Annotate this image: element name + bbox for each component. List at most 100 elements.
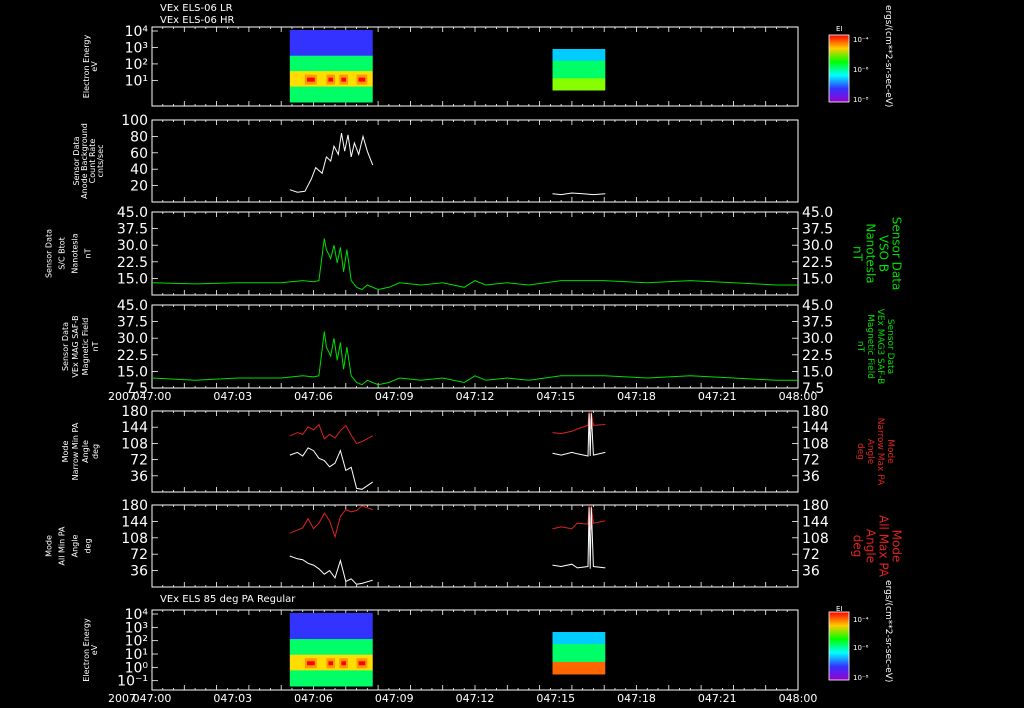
spectrogram-hot [341, 77, 346, 82]
y-axis-label-line: All Min PA [58, 526, 67, 566]
spectrogram-band [289, 91, 373, 98]
y-tick-label: 108 [121, 436, 148, 452]
spectrogram-band [552, 87, 606, 91]
spectrogram-hot [306, 77, 315, 82]
y-tick-label: 10¹ [125, 73, 148, 89]
colorbar-gradient [828, 34, 850, 103]
spectrogram-block-2 [552, 49, 606, 91]
right-axis-label-line: Narrow Max PA [875, 418, 885, 486]
spectrogram-band [552, 641, 606, 645]
y-tick-label-right: 22.5 [802, 348, 833, 364]
y-tick-label-right: 37.5 [802, 315, 833, 331]
spectrogram-hot [358, 661, 366, 666]
spectrogram-band [289, 60, 373, 67]
x-tick-label: 047:09 [375, 390, 414, 403]
spectrogram-band [552, 63, 606, 68]
spectrogram-band [289, 30, 373, 36]
y-tick-label-right: 45.0 [802, 298, 833, 314]
right-axis-label-line: deg [855, 443, 865, 460]
spectrogram-band [552, 659, 606, 663]
spectrogram-band [289, 633, 373, 640]
x-tick-label: 047:12 [456, 692, 495, 705]
spectrogram-band [289, 86, 373, 93]
x-tick-label: 047:06 [294, 390, 333, 403]
y-axis-label-line: Nanotesla [71, 233, 80, 273]
colorbar-tick: 10⁻⁴ [853, 36, 869, 44]
x-axis-middle: 2007047:00 047:03 047:06 047:09 047:12 047:15… [108, 390, 817, 403]
x-tick-label: 047:15 [536, 692, 575, 705]
y-tick-label-right: 108 [802, 436, 829, 452]
right-axis-label-line: Sensor Data [890, 217, 904, 291]
y-axis-label-line: Sensor Data [61, 322, 70, 371]
right-axis-label-line: Magnetic Field [865, 314, 875, 379]
y-tick-label-right: 180 [802, 498, 829, 514]
y-tick-label-right: 15.0 [802, 271, 833, 287]
y-tick-label-right: 30.0 [802, 331, 833, 347]
y-axis-label-line: Angle [71, 535, 80, 558]
x-tick-label: 047:18 [617, 692, 656, 705]
spectrogram-block-2 [552, 632, 606, 675]
spectrogram-band [552, 653, 606, 657]
y-tick-label: 15.0 [117, 271, 148, 287]
spectrogram-band [552, 57, 606, 62]
spectrogram-band [289, 675, 373, 682]
spectrogram-hot [328, 77, 334, 82]
spectrogram-hot [341, 661, 346, 666]
y-tick-label-right: 144 [802, 420, 829, 436]
right-axis-label-line: All Max PA [877, 515, 891, 578]
spectrogram-band [552, 638, 606, 642]
colorbar-unit: ergs/(cm**2-sr-sec-eV) [883, 5, 893, 107]
spectrogram-band [552, 81, 606, 85]
y-tick-label: 180 [121, 404, 148, 420]
y-tick-label: 45.0 [117, 298, 148, 314]
spectrogram-hot [358, 77, 366, 82]
colorbar-tick: 10⁻⁸ [853, 674, 869, 682]
spectrogram-band [289, 680, 373, 687]
spectrogram-band [289, 618, 373, 624]
plot-canvas: VEx ELS-06 LR VEx ELS-06 HR VEx ELS 85 d… [0, 0, 1024, 708]
y-axis-label-line: deg [91, 444, 100, 459]
right-axis-label-line: deg [851, 535, 865, 558]
x-tick-label: 047:21 [698, 390, 737, 403]
x-tick-label: 047:00 [133, 692, 172, 705]
y-tick-label: 22.5 [117, 348, 148, 364]
y-tick-label: 37.5 [117, 315, 148, 331]
colorbar-label: EI [836, 25, 843, 33]
spectrogram-block-1 [289, 613, 373, 687]
y-tick-label: 10⁻¹ [117, 674, 148, 690]
spectrogram-band [289, 50, 373, 57]
spectrogram-band [552, 650, 606, 654]
y-axis-label-line: Magnetic Field [81, 318, 90, 376]
right-axis-label-line: nT [851, 246, 865, 262]
spectrogram-band [552, 662, 606, 666]
spectrogram-band [552, 647, 606, 651]
spectrogram-band [289, 649, 373, 656]
spectrogram-band [552, 54, 606, 59]
spectrogram-hot [306, 661, 315, 666]
colorbar-tick: 10⁻⁴ [853, 616, 869, 624]
y-tick-label-right: 36 [802, 469, 820, 485]
y-tick-label: 40 [130, 162, 148, 178]
y-tick-label-right: 180 [802, 404, 829, 420]
y-tick-label-right: 108 [802, 531, 829, 547]
x-axis-bottom: 2007047:00 047:03 047:06 047:09 047:12 047:15… [108, 692, 817, 705]
spectrogram-band [552, 49, 606, 53]
y-axis-label-line: Angle [81, 440, 90, 463]
colorbar-unit: ergs/(cm**2-sr-sec-eV) [883, 580, 893, 682]
right-axis-label-line: Sensor Data [885, 319, 895, 374]
spectrogram-band [289, 66, 373, 72]
y-axis-label-line: cnts/sec [96, 145, 105, 178]
spectrogram-band [289, 628, 373, 635]
y-axis-label-line: deg [84, 538, 93, 553]
right-axis-label-line: Angle [865, 439, 875, 465]
y-tick-label-right: 22.5 [802, 255, 833, 271]
y-tick-label: 10³ [125, 40, 148, 56]
x-tick-label: 047:03 [213, 390, 252, 403]
y-axis-label-line: eV [90, 61, 99, 72]
x-tick-label: 047:03 [213, 692, 252, 705]
colorbar-tick: 10⁻⁸ [853, 96, 869, 104]
y-tick-label: 144 [121, 514, 148, 530]
y-axis-label-line: S/C Btot [58, 237, 67, 270]
spectrogram-band [552, 84, 606, 88]
spectrogram-band [289, 55, 373, 62]
